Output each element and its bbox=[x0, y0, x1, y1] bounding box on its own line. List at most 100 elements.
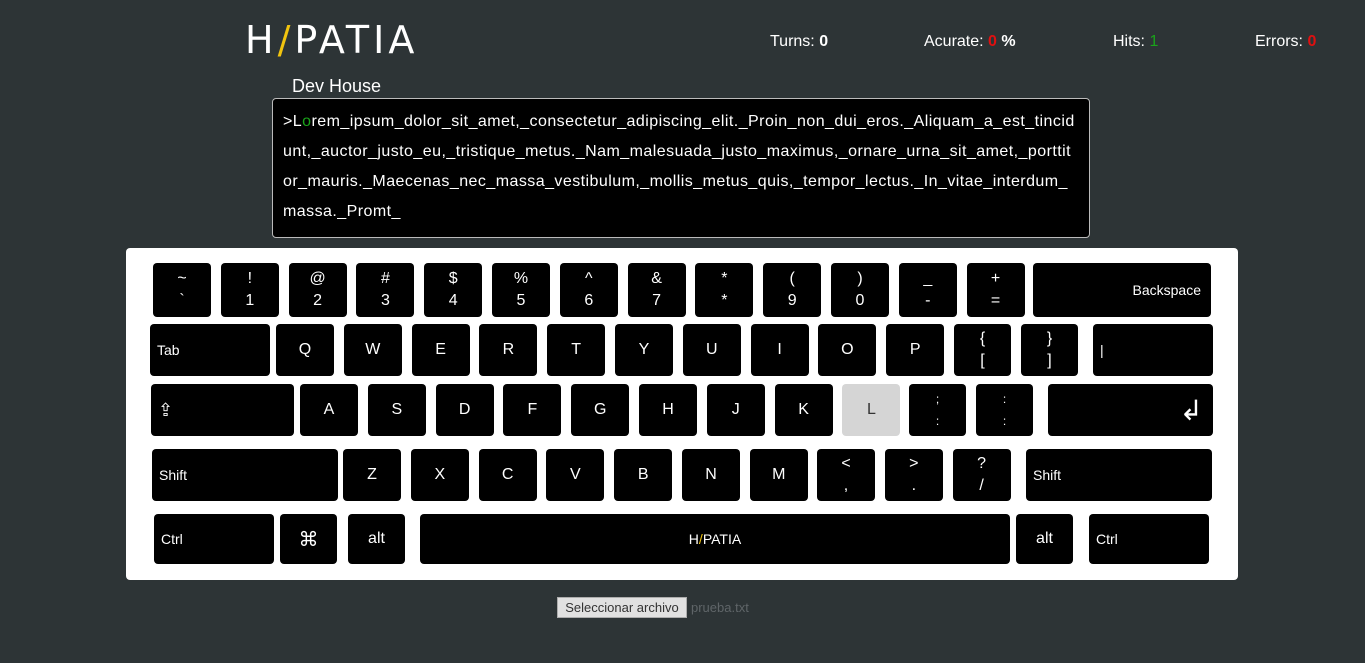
key-punct-0[interactable]: ;: bbox=[909, 384, 966, 436]
key-symbol-11[interactable]: _ - bbox=[898, 263, 957, 317]
key-shift-char: > bbox=[909, 455, 919, 472]
key-punct-r4-1[interactable]: >. bbox=[884, 449, 943, 501]
key-base-char: [ bbox=[980, 352, 985, 369]
key-shift-char: } bbox=[1046, 330, 1053, 347]
key-base-char: : bbox=[935, 414, 940, 428]
key-shift-char: + bbox=[990, 270, 1001, 287]
key-a[interactable]: A bbox=[300, 384, 358, 436]
key-g[interactable]: G bbox=[571, 384, 630, 436]
key-r[interactable]: R bbox=[479, 324, 538, 376]
key-l[interactable]: L bbox=[842, 384, 901, 436]
key-c[interactable]: C bbox=[478, 449, 537, 501]
caps-lock-key[interactable]: ⇪ bbox=[151, 384, 294, 436]
key-z[interactable]: Z bbox=[343, 449, 401, 501]
key-s[interactable]: S bbox=[367, 384, 426, 436]
key-1-1[interactable]: ! 1 bbox=[220, 263, 279, 317]
key-5-5[interactable]: % 5 bbox=[492, 263, 550, 317]
key-j[interactable]: J bbox=[706, 384, 765, 436]
key-base-char: - bbox=[925, 292, 931, 309]
key-p[interactable]: P bbox=[886, 324, 945, 376]
key-w[interactable]: W bbox=[343, 324, 402, 376]
key-bracket-0[interactable]: {[ bbox=[954, 324, 1011, 376]
key-6-6[interactable]: ^ 6 bbox=[559, 263, 618, 317]
key-d[interactable]: D bbox=[435, 384, 494, 436]
key-base-char: / bbox=[979, 477, 984, 494]
key-q[interactable]: Q bbox=[276, 324, 334, 376]
remaining-text: rem_ipsum_dolor_sit_amet,_consectetur_ad… bbox=[283, 113, 1075, 220]
key-3-3[interactable]: #3 bbox=[356, 263, 415, 317]
file-name: prueba.txt bbox=[691, 600, 749, 615]
select-file-button[interactable]: Seleccionar archivo bbox=[557, 597, 687, 618]
key-shift-char: ( bbox=[789, 270, 795, 287]
key-0-10[interactable]: ) 0 bbox=[831, 263, 889, 317]
key-punct-r4-2[interactable]: ? / bbox=[952, 449, 1011, 501]
key-shift-char: ; bbox=[935, 392, 940, 406]
key-y[interactable]: Y bbox=[615, 324, 673, 376]
key-e[interactable]: E bbox=[411, 324, 470, 376]
key-shift-char: & bbox=[651, 270, 662, 287]
key-symbol-12[interactable]: + = bbox=[966, 263, 1025, 317]
space-key[interactable]: H / PATIA bbox=[420, 514, 1010, 564]
key-4-4[interactable]: $4 bbox=[424, 263, 483, 317]
alt-left-key[interactable]: alt bbox=[348, 514, 405, 564]
key-base-char: 1 bbox=[245, 292, 255, 309]
key-b[interactable]: B bbox=[614, 449, 673, 501]
key-base-char: 0 bbox=[855, 292, 865, 309]
key-h[interactable]: H bbox=[639, 384, 697, 436]
key-x[interactable]: X bbox=[410, 449, 469, 501]
key-u[interactable]: U bbox=[682, 324, 741, 376]
key-punct-r4-0[interactable]: <, bbox=[817, 449, 875, 501]
key-7-7[interactable]: & 7 bbox=[627, 263, 686, 317]
key-shift-char: * bbox=[721, 270, 728, 287]
key-bracket-1[interactable]: }] bbox=[1021, 324, 1078, 376]
ctrl-right-key[interactable]: Ctrl bbox=[1089, 514, 1209, 564]
backspace-key[interactable]: Backspace bbox=[1033, 263, 1211, 317]
key-shift-char: @ bbox=[309, 270, 326, 287]
key-shift-char: # bbox=[380, 270, 390, 287]
key-o[interactable]: O bbox=[818, 324, 877, 376]
shift-right-key[interactable]: Shift bbox=[1026, 449, 1212, 501]
key-base-char: . bbox=[911, 477, 917, 494]
key-shift-char: ) bbox=[857, 270, 863, 287]
typing-text: >Lorem_ipsum_dolor_sit_amet,_consectetur… bbox=[272, 98, 1090, 238]
typed-text: >L bbox=[283, 113, 303, 130]
key-base-char: = bbox=[990, 292, 1001, 309]
key-base-char: ] bbox=[1047, 352, 1052, 369]
key-shift-char: ! bbox=[247, 270, 253, 287]
key-symbol-0[interactable]: ~ ` bbox=[153, 263, 211, 317]
ctrl-left-key[interactable]: Ctrl bbox=[154, 514, 274, 564]
hits-stat: Hits: 1 bbox=[1113, 33, 1159, 50]
key-base-char: * bbox=[721, 292, 728, 309]
cmd-key[interactable]: ⌘ bbox=[280, 514, 337, 564]
key-shift-char: < bbox=[841, 455, 851, 472]
key-base-char: : bbox=[1002, 414, 1007, 428]
key-n[interactable]: N bbox=[682, 449, 740, 501]
key-shift-char: { bbox=[979, 330, 986, 347]
enter-key[interactable]: ↲ bbox=[1048, 384, 1213, 436]
key-m[interactable]: M bbox=[749, 449, 808, 501]
key-punct-1[interactable]: :: bbox=[976, 384, 1033, 436]
key-base-char: 2 bbox=[313, 292, 323, 309]
turns-stat: Turns: 0 bbox=[770, 33, 829, 50]
shift-left-key[interactable]: Shift bbox=[152, 449, 338, 501]
pipe-key[interactable]: | bbox=[1093, 324, 1213, 376]
key-shift-char: ^ bbox=[585, 270, 593, 287]
key-2-2[interactable]: @2 bbox=[288, 263, 347, 317]
key-t[interactable]: T bbox=[547, 324, 606, 376]
key-v[interactable]: V bbox=[546, 449, 605, 501]
key-k[interactable]: K bbox=[774, 384, 833, 436]
key-shift-char: $ bbox=[448, 270, 458, 287]
logo-title: H/PATIA bbox=[245, 18, 419, 62]
key-symbol-8[interactable]: * * bbox=[695, 263, 754, 317]
key-shift-char: : bbox=[1002, 392, 1007, 406]
alt-right-key[interactable]: alt bbox=[1016, 514, 1073, 564]
key-i[interactable]: I bbox=[750, 324, 809, 376]
tab-key[interactable]: Tab bbox=[150, 324, 270, 376]
key-base-char: 7 bbox=[652, 292, 662, 309]
key-f[interactable]: F bbox=[503, 384, 562, 436]
key-shift-char: % bbox=[513, 270, 529, 287]
logo: H/PATIA Dev House bbox=[245, 18, 445, 96]
space-logo-part: H bbox=[688, 531, 699, 547]
virtual-keyboard: ~ `! 1 @2 #3 $4% 5 ^ 6 & 7 * *(9) 0 _ - + = Backspace Tab Q W… bbox=[126, 248, 1238, 580]
key-9-9[interactable]: (9 bbox=[763, 263, 822, 317]
